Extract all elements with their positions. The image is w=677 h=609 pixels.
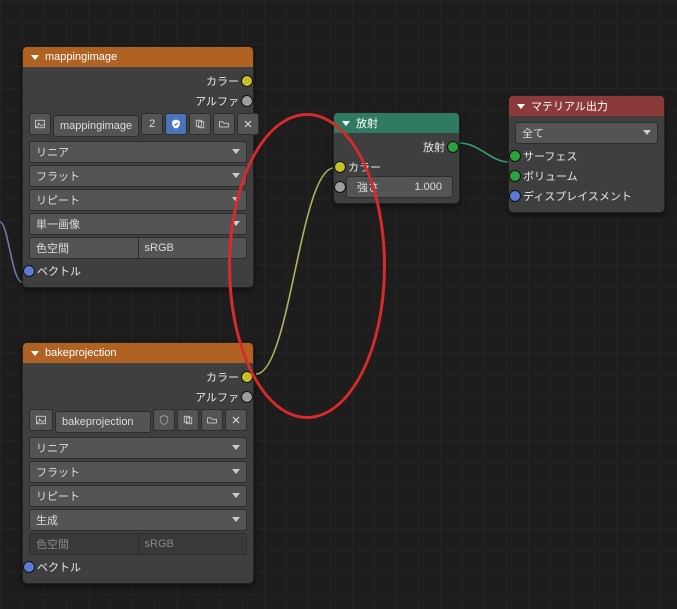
- socket-dot[interactable]: [23, 265, 35, 277]
- chevron-down-icon: [232, 221, 240, 226]
- chevron-down-icon: [232, 149, 240, 154]
- socket-strength-in[interactable]: 強さ 1.000: [340, 177, 453, 197]
- projection-select[interactable]: フラット: [29, 165, 247, 187]
- interpolation-select[interactable]: リニア: [29, 141, 247, 163]
- close-icon: [230, 414, 242, 426]
- socket-displacement-in[interactable]: ディスプレイスメント: [515, 186, 658, 206]
- socket-volume-in[interactable]: ボリューム: [515, 166, 658, 186]
- image-type-icon-button[interactable]: [29, 113, 51, 135]
- colorspace-row: 色空間 sRGB: [29, 533, 247, 555]
- image-texture-node-mappingimage[interactable]: mappingimage カラー アルファ mappingimage 2: [22, 46, 254, 288]
- chevron-down-icon: [232, 469, 240, 474]
- socket-dot[interactable]: [334, 181, 346, 193]
- socket-dot[interactable]: [509, 150, 521, 162]
- socket-color-out[interactable]: カラー: [29, 367, 247, 387]
- collapse-icon[interactable]: [342, 121, 350, 126]
- socket-vector-in[interactable]: ベクトル: [29, 261, 247, 281]
- fake-user-button[interactable]: [153, 409, 175, 431]
- chevron-down-icon: [232, 197, 240, 202]
- image-name-field[interactable]: mappingimage: [53, 115, 139, 137]
- image-type-icon-button[interactable]: [29, 409, 53, 431]
- image-icon: [34, 118, 46, 130]
- image-texture-node-bakeprojection[interactable]: bakeprojection カラー アルファ bakeprojection: [22, 342, 254, 584]
- socket-dot[interactable]: [334, 161, 346, 173]
- duplicate-icon: [182, 414, 194, 426]
- source-select[interactable]: 生成: [29, 509, 247, 531]
- new-image-button[interactable]: [189, 113, 211, 135]
- collapse-icon[interactable]: [31, 55, 39, 60]
- socket-dot[interactable]: [241, 75, 253, 87]
- socket-emission-out[interactable]: 放射: [340, 137, 453, 157]
- node-header[interactable]: bakeprojection: [23, 343, 253, 363]
- collapse-icon[interactable]: [517, 104, 525, 109]
- extension-select[interactable]: リピート: [29, 485, 247, 507]
- chevron-down-icon: [232, 517, 240, 522]
- image-icon: [35, 414, 47, 426]
- node-title: bakeprojection: [45, 347, 117, 359]
- socket-dot[interactable]: [241, 95, 253, 107]
- socket-dot[interactable]: [509, 170, 521, 182]
- emission-node[interactable]: 放射 放射 カラー 強さ 1.000: [333, 112, 460, 204]
- socket-dot[interactable]: [447, 141, 459, 153]
- duplicate-icon: [194, 118, 206, 130]
- socket-dot[interactable]: [241, 371, 253, 383]
- node-title: mappingimage: [45, 51, 117, 63]
- collapse-icon[interactable]: [31, 351, 39, 356]
- material-output-node[interactable]: マテリアル出力 全て サーフェス ボリューム ディスプレイスメント: [508, 95, 665, 213]
- node-header[interactable]: mappingimage: [23, 47, 253, 67]
- unlink-image-button[interactable]: [237, 113, 259, 135]
- user-count-button[interactable]: 2: [141, 113, 163, 135]
- chevron-down-icon: [232, 445, 240, 450]
- chevron-down-icon: [232, 173, 240, 178]
- strength-field[interactable]: 強さ 1.000: [346, 176, 453, 198]
- colorspace-label: 色空間: [29, 237, 138, 259]
- node-title: マテリアル出力: [531, 98, 608, 114]
- image-datablock-row: bakeprojection: [29, 409, 247, 435]
- unlink-image-button[interactable]: [225, 409, 247, 431]
- folder-icon: [206, 414, 218, 426]
- extension-select[interactable]: リピート: [29, 189, 247, 211]
- socket-vector-in[interactable]: ベクトル: [29, 557, 247, 577]
- socket-alpha-out[interactable]: アルファ: [29, 387, 247, 407]
- projection-select[interactable]: フラット: [29, 461, 247, 483]
- socket-color-out[interactable]: カラー: [29, 71, 247, 91]
- interpolation-select[interactable]: リニア: [29, 437, 247, 459]
- open-image-button[interactable]: [213, 113, 235, 135]
- shield-icon: [170, 118, 182, 130]
- source-select[interactable]: 単一画像: [29, 213, 247, 235]
- image-name-field[interactable]: bakeprojection: [55, 411, 151, 433]
- colorspace-label: 色空間: [29, 533, 138, 555]
- fake-user-button[interactable]: [165, 113, 187, 135]
- node-title: 放射: [356, 115, 378, 131]
- target-select[interactable]: 全て: [515, 122, 658, 144]
- chevron-down-icon: [643, 130, 651, 135]
- socket-dot[interactable]: [509, 190, 521, 202]
- socket-dot[interactable]: [241, 391, 253, 403]
- node-header[interactable]: マテリアル出力: [509, 96, 664, 116]
- close-icon: [242, 118, 254, 130]
- socket-alpha-out[interactable]: アルファ: [29, 91, 247, 111]
- new-image-button[interactable]: [177, 409, 199, 431]
- open-image-button[interactable]: [201, 409, 223, 431]
- colorspace-row: 色空間 sRGB: [29, 237, 247, 259]
- folder-icon: [218, 118, 230, 130]
- socket-surface-in[interactable]: サーフェス: [515, 146, 658, 166]
- node-header[interactable]: 放射: [334, 113, 459, 133]
- colorspace-select[interactable]: sRGB: [138, 237, 248, 259]
- colorspace-select: sRGB: [138, 533, 248, 555]
- image-datablock-row: mappingimage 2: [29, 113, 247, 139]
- shield-icon: [158, 414, 170, 426]
- chevron-down-icon: [232, 493, 240, 498]
- socket-dot[interactable]: [23, 561, 35, 573]
- socket-color-in[interactable]: カラー: [340, 157, 453, 177]
